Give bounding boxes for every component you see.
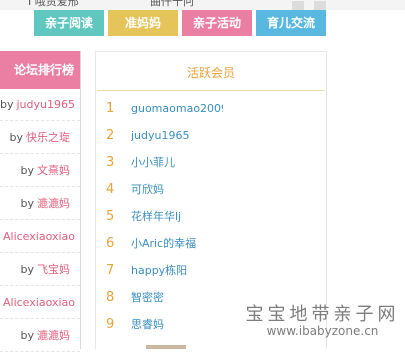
tab-parenting-exchange[interactable]: 育儿交流 bbox=[256, 10, 326, 36]
ranking-row: by 文熹妈 bbox=[0, 155, 80, 187]
member-link[interactable]: 可欣妈 bbox=[131, 176, 223, 203]
by-label: by bbox=[20, 197, 35, 210]
list-item: 3 小小菲儿 bbox=[96, 149, 326, 176]
member-rank: 1 bbox=[106, 101, 115, 116]
ranking-row: by 漉漉妈 bbox=[0, 320, 80, 352]
ranking-row: by 快乐之琁 bbox=[0, 122, 80, 154]
ranking-user-link[interactable]: 文熹妈 bbox=[37, 164, 70, 177]
list-item: 1 guomaomao2009 bbox=[96, 95, 326, 122]
by-label: by bbox=[20, 329, 35, 342]
member-rank: 9 bbox=[106, 317, 115, 332]
by-label: by bbox=[0, 98, 14, 111]
member-rank: 2 bbox=[106, 128, 115, 143]
top-thumbnail[interactable] bbox=[292, 1, 304, 10]
tab-parent-child-reading[interactable]: 亲子阅读 bbox=[34, 10, 104, 36]
top-bar-fragment: Ⅰ 哦贸爱邢 曲仟十冋 bbox=[0, 0, 405, 10]
forum-ranking-panel: 论坛排行榜 by judyu1965 by 快乐之琁 by 文熹妈 by 漉漉妈 Ali… bbox=[0, 51, 81, 352]
by-label: by bbox=[20, 263, 35, 276]
active-members-title: 活跃会员 bbox=[97, 52, 325, 91]
watermark-site-name: 宝宝地带亲子网 bbox=[245, 304, 400, 325]
ranking-row: Alicexiaoxiao bbox=[0, 287, 80, 319]
ranking-user-link[interactable]: 快乐之琁 bbox=[26, 131, 70, 144]
forum-ranking-title: 论坛排行榜 bbox=[0, 51, 80, 89]
by-label: by bbox=[20, 164, 35, 177]
member-rank: 3 bbox=[106, 155, 115, 170]
list-item: 2 judyu1965 bbox=[96, 122, 326, 149]
top-link-fragment-2[interactable]: 曲仟十冋 bbox=[150, 0, 194, 9]
tab-parent-child-activities[interactable]: 亲子活动 bbox=[182, 10, 252, 36]
top-link-fragment[interactable]: Ⅰ 哦贸爱邢 bbox=[28, 0, 79, 9]
member-rank: 5 bbox=[106, 209, 115, 224]
ranking-row: by 飞宝妈 bbox=[0, 254, 80, 286]
ranking-row: Alicexiaoxiao bbox=[0, 221, 80, 253]
ranking-user-link[interactable]: judyu1965 bbox=[17, 98, 76, 111]
ranking-user-link[interactable]: Alicexiaoxiao bbox=[3, 296, 75, 309]
member-rank: 6 bbox=[106, 236, 115, 251]
member-link[interactable]: judyu1965 bbox=[131, 122, 223, 149]
member-link[interactable]: 小Aric的幸福 bbox=[131, 230, 223, 257]
list-item: 6 小Aric的幸福 bbox=[96, 230, 326, 257]
member-link[interactable]: guomaomao2009 bbox=[131, 95, 223, 122]
ranking-row: by judyu1965 bbox=[0, 89, 80, 121]
member-link[interactable]: 智密密 bbox=[131, 284, 223, 311]
site-watermark: 宝宝地带亲子网 www.ibabyzone.cn bbox=[240, 305, 405, 338]
by-label: by bbox=[9, 131, 24, 144]
member-rank: 8 bbox=[106, 290, 115, 305]
list-item: 4 可欣妈 bbox=[96, 176, 326, 203]
ranking-row: by 漉漉妈 bbox=[0, 188, 80, 220]
member-link[interactable]: happy栋阳 bbox=[131, 257, 223, 284]
bottom-thumbnail[interactable] bbox=[146, 345, 186, 349]
watermark-url: www.ibabyzone.cn bbox=[266, 323, 379, 338]
ranking-user-link[interactable]: 飞宝妈 bbox=[37, 263, 70, 276]
ranking-user-link[interactable]: Alicexiaoxiao bbox=[3, 230, 75, 243]
member-link[interactable]: 思睿妈 bbox=[131, 311, 223, 338]
member-link[interactable]: 花样年华lj bbox=[131, 203, 223, 230]
list-item: 5 花样年华lj bbox=[96, 203, 326, 230]
ranking-user-link[interactable]: 漉漉妈 bbox=[37, 197, 70, 210]
member-rank: 7 bbox=[106, 263, 115, 278]
member-rank: 4 bbox=[106, 182, 115, 197]
list-item: 7 happy栋阳 bbox=[96, 257, 326, 284]
tab-expecting-mom[interactable]: 准妈妈 bbox=[108, 10, 178, 36]
top-thumbnail-2[interactable] bbox=[314, 1, 326, 10]
member-link[interactable]: 小小菲儿 bbox=[131, 149, 223, 176]
ranking-user-link[interactable]: 漉漉妈 bbox=[37, 329, 70, 342]
